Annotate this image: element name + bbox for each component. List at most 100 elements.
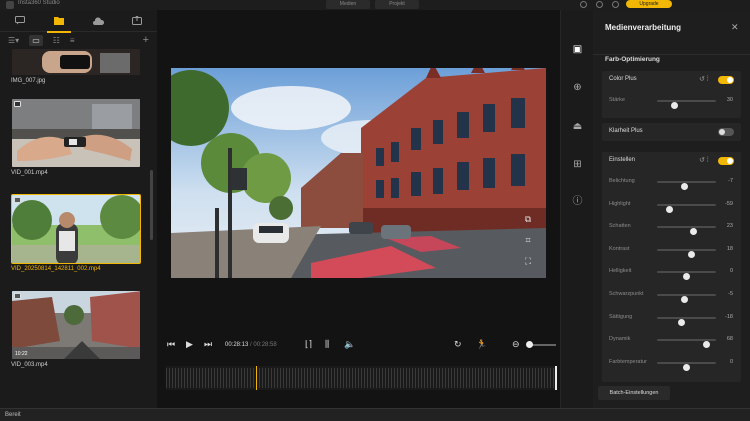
total-time: 00:28:58 [253, 342, 277, 348]
media-thumbnail[interactable] [11, 48, 141, 76]
play-icon[interactable]: ▶ [186, 339, 193, 350]
cloud-icon[interactable] [90, 15, 106, 27]
chat-icon[interactable] [12, 15, 28, 27]
panel-title: Medienverarbeitung [605, 23, 682, 32]
slider-knob[interactable] [665, 205, 673, 213]
sort-icon[interactable]: ☰▾ [8, 36, 19, 45]
tool-rail: ▣ ⊕ ⏏ ⊞ ⓘ [560, 10, 593, 408]
list-item[interactable]: IMG_007.jpg [11, 48, 141, 84]
timeline-track[interactable] [166, 366, 557, 390]
slider-label: Farbtemperatur [609, 358, 647, 365]
adjust-slider[interactable]: Schwarzpunkt -5 [602, 289, 741, 303]
crop-icon[interactable]: ⧉ [522, 213, 534, 225]
slider-track[interactable] [657, 248, 716, 258]
zoom-slider-knob[interactable] [526, 341, 533, 348]
reset-icon[interactable]: ↺ ⁞ [699, 75, 709, 83]
adjust-toggle[interactable] [718, 157, 734, 165]
settings-icon[interactable] [596, 1, 603, 8]
reframe-icon[interactable]: ⌗ [522, 234, 534, 246]
media-processing-icon[interactable]: ▣ [571, 43, 584, 56]
slider-value: -18 [725, 313, 733, 320]
export-icon[interactable] [129, 15, 145, 27]
filter-icon[interactable]: ⊞ [571, 158, 584, 171]
folder-icon[interactable] [46, 15, 71, 33]
adjust-slider[interactable]: Helligkeit 0 [602, 266, 741, 281]
split-icon[interactable]: ⫼ [325, 339, 329, 350]
volume-icon[interactable]: 🔈 [344, 339, 355, 350]
slider-value: 68 [726, 336, 733, 343]
motion-icon[interactable]: 🏃 [476, 339, 487, 350]
batch-settings-button[interactable]: Batch-Einstellungen [598, 386, 670, 400]
slider-label: Sättigung [609, 313, 633, 320]
playback-controls: ⏮ ▶ ⏭ 00:28:13 / 00:28:58 ⌊⌉ ⫼ 🔈 ↻ 🏃 ⊖ [164, 339, 556, 353]
zoom-out-icon[interactable]: ⊖ [512, 339, 520, 350]
adjust-slider[interactable]: Farbtemperatur 0 [602, 357, 741, 371]
list-item[interactable]: VID_001.mp4 [11, 98, 141, 176]
speed-icon[interactable]: ↻ [454, 339, 462, 350]
timeline-waveform [166, 368, 556, 388]
upgrade-button[interactable]: Upgrade [626, 0, 672, 8]
media-scrollbar[interactable] [150, 170, 153, 240]
video-preview[interactable] [171, 68, 546, 278]
media-thumbnail[interactable]: 10:22 [11, 290, 141, 360]
time-display: 00:28:13 / 00:28:58 [225, 342, 277, 348]
notification-icon[interactable] [612, 1, 619, 8]
media-thumbnail[interactable] [11, 194, 141, 264]
list-icon[interactable]: ☷ [53, 36, 60, 45]
slider-track[interactable] [657, 203, 716, 213]
stabilization-icon[interactable]: ⊕ [571, 81, 584, 94]
adjust-slider[interactable]: Schatten 23 [602, 221, 741, 236]
list-item[interactable]: VID_20250814_142811_002.mp4 [11, 194, 141, 272]
slider-track[interactable] [657, 316, 716, 326]
adjust-slider[interactable]: Highlight -59 [602, 199, 741, 213]
duration-label: 10:22 [15, 351, 28, 357]
media-category-bar [0, 10, 157, 33]
next-frame-icon[interactable]: ⏭ [204, 339, 212, 350]
slider-track[interactable] [657, 226, 716, 236]
slider-value: 18 [726, 245, 733, 252]
slider-knob[interactable] [677, 318, 685, 326]
slider-value: -59 [725, 200, 733, 207]
slider-value: 0 [729, 268, 733, 275]
zoom-slider-track[interactable] [532, 344, 556, 346]
compact-list-icon[interactable]: ≡ [70, 36, 75, 45]
timeline-end-marker[interactable] [555, 366, 557, 390]
adjust-slider[interactable]: Sättigung -18 [602, 312, 741, 326]
video-badge-icon [14, 101, 21, 107]
fullscreen-icon[interactable]: ⛶ [522, 255, 534, 267]
strength-slider[interactable]: Stärke 30 [602, 95, 741, 109]
tab-project[interactable]: Projekt [375, 0, 419, 9]
list-item[interactable]: 10:22 VID_003.mp4 [11, 290, 141, 368]
add-media-icon[interactable]: + [143, 34, 149, 46]
slider-track[interactable] [657, 271, 716, 281]
section-title: Farb-Optimierung [605, 56, 660, 63]
slider-track[interactable] [657, 100, 716, 109]
previous-frame-icon[interactable]: ⏮ [167, 339, 175, 350]
trim-start-icon[interactable]: ⌊⌉ [305, 339, 312, 350]
audio-icon[interactable]: ⏏ [571, 120, 584, 133]
reset-icon[interactable]: ↺ ⁞ [699, 156, 709, 164]
status-bar: Bereit [0, 408, 750, 421]
color-plus-toggle[interactable] [718, 76, 734, 84]
account-icon[interactable] [580, 1, 587, 8]
slider-value: 30 [726, 97, 733, 103]
tab-media[interactable]: Medien [326, 0, 370, 9]
adjust-label: Einstellen [609, 157, 636, 163]
slider-track[interactable] [657, 294, 716, 303]
slider-label: Highlight [609, 200, 631, 207]
slider-knob[interactable] [683, 363, 690, 371]
adjust-slider[interactable]: Belichtung -7 [602, 176, 741, 190]
view-toolbar: ☰▾ ▭ ☷ ≡ + [0, 32, 157, 48]
slider-label: Schwarzpunkt [609, 291, 644, 297]
media-thumbnail[interactable] [11, 98, 141, 168]
adjust-slider[interactable]: Dynamik 68 [602, 334, 741, 349]
grid-icon[interactable]: ▭ [29, 34, 43, 46]
close-icon[interactable]: ✕ [731, 22, 739, 33]
info-icon[interactable]: ⓘ [571, 195, 584, 208]
clarity-plus-toggle[interactable] [718, 128, 734, 136]
slider-track[interactable] [657, 181, 716, 190]
playhead[interactable] [256, 366, 257, 390]
adjust-slider[interactable]: Kontrast 18 [602, 244, 741, 258]
slider-track[interactable] [657, 361, 716, 371]
slider-track[interactable] [657, 339, 716, 349]
